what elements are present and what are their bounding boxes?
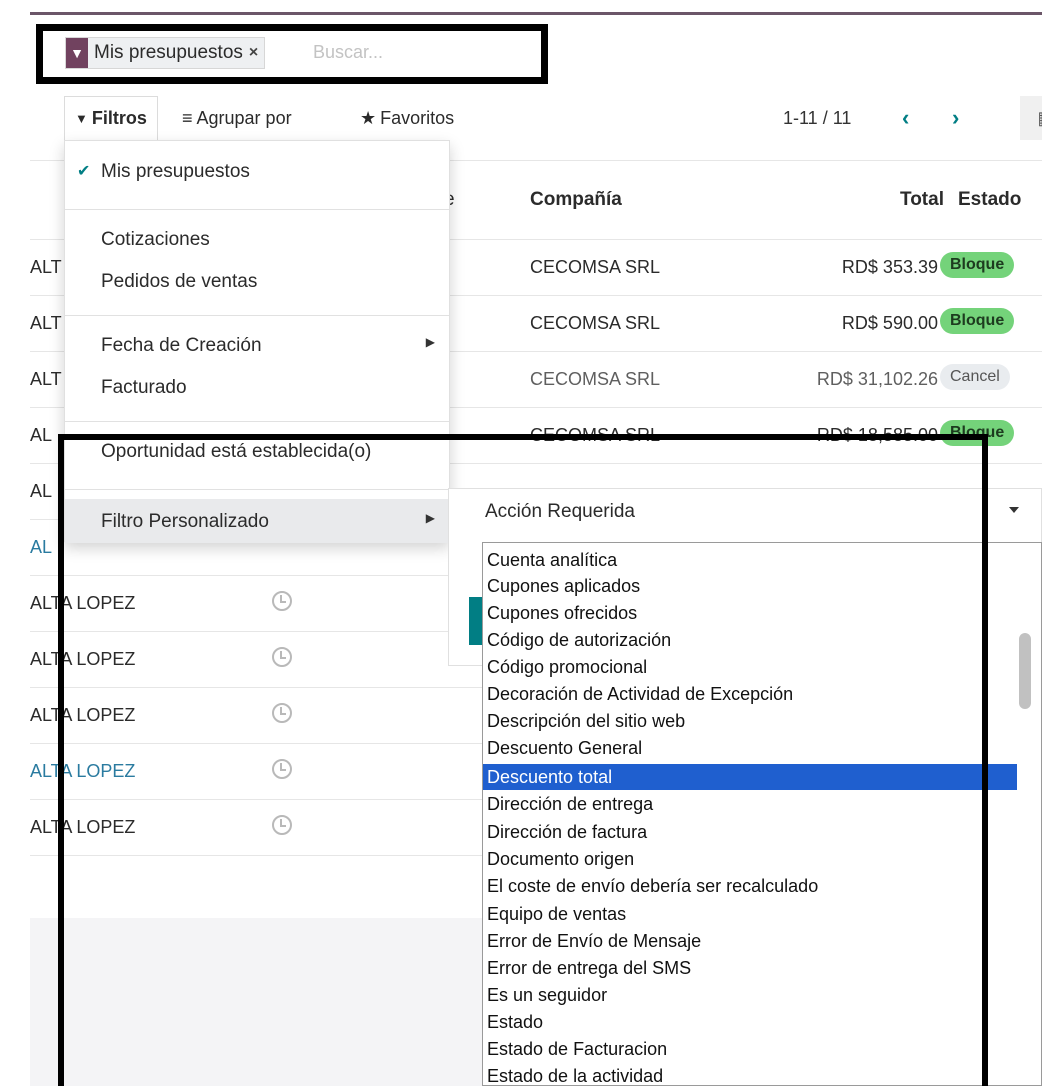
status-badge: Bloque: [940, 308, 1015, 334]
header-total[interactable]: Total: [900, 189, 944, 211]
caret-right-icon: ▶: [425, 335, 435, 349]
header-status[interactable]: Estado: [958, 189, 1021, 211]
check-icon: ✔: [77, 163, 91, 180]
search-facet[interactable]: ▼ Mis presupuestos ×: [65, 37, 266, 69]
chevron-down-icon[interactable]: [1009, 507, 1019, 513]
status-badge: Cancel: [940, 364, 1010, 390]
divider: [65, 209, 449, 210]
filter-item-mis-presupuestos[interactable]: ✔ Mis presupuestos: [65, 161, 449, 183]
control-panel: ▼ Filtros ≡ Agrupar por ★ Favoritos 1-11…: [30, 96, 1042, 140]
filter-item-pedidos[interactable]: Pedidos de ventas: [65, 271, 449, 293]
header-company[interactable]: Compañía: [530, 189, 622, 211]
scrollbar-thumb[interactable]: [1019, 633, 1031, 709]
search-bar: ▼ Mis presupuestos ×: [36, 24, 548, 84]
customer-cell: ALT: [30, 369, 62, 389]
filter-item-facturado[interactable]: Facturado: [65, 377, 449, 399]
filter-item-label: Facturado: [101, 377, 187, 398]
group-by-label: Agrupar por: [196, 107, 292, 128]
filter-item-label: Mis presupuestos: [101, 161, 250, 182]
company-cell: CECOMSA SRL: [530, 369, 661, 389]
star-icon: ★: [360, 107, 377, 128]
filter-icon: ▼: [75, 111, 88, 126]
divider: [65, 315, 449, 316]
list-icon: ≡: [182, 107, 193, 128]
customer-cell: ALT: [30, 257, 62, 277]
status-badge: Bloque: [940, 252, 1015, 278]
facet-label: Mis presupuestos: [94, 42, 243, 63]
search-input[interactable]: [313, 37, 533, 67]
filter-icon: ▼: [66, 38, 88, 68]
customer-cell: ALT: [30, 313, 62, 333]
remove-facet-icon[interactable]: ×: [249, 44, 264, 62]
filter-item-cotizaciones[interactable]: Cotizaciones: [65, 229, 449, 251]
customer-cell: AL: [30, 425, 53, 445]
favorites-label: Favoritos: [380, 107, 455, 128]
filter-item-label: Fecha de Creación: [101, 335, 262, 356]
total-cell: RD$ 590.00: [841, 313, 938, 333]
customer-cell: AL: [30, 481, 53, 501]
filter-item-fecha-creacion[interactable]: Fecha de Creación ▶: [65, 335, 449, 357]
group-by-button[interactable]: ≡ Agrupar por: [182, 96, 292, 140]
company-cell: CECOMSA SRL: [530, 257, 661, 277]
total-cell: RD$ 353.39: [841, 257, 938, 277]
filters-button[interactable]: ▼ Filtros: [64, 96, 158, 140]
company-cell: CECOMSA SRL: [530, 313, 661, 333]
pager-next-icon[interactable]: ›: [952, 96, 959, 140]
customer-cell: AL: [30, 537, 53, 557]
total-cell: RD$ 31,102.26: [816, 369, 938, 389]
filter-item-label: Cotizaciones: [101, 229, 210, 250]
filters-label: Filtros: [91, 108, 147, 128]
view-switcher-icon[interactable]: ▦: [1020, 96, 1042, 140]
filter-item-label: Pedidos de ventas: [101, 271, 258, 292]
favorites-button[interactable]: ★ Favoritos: [360, 96, 454, 140]
pager-value[interactable]: 1-11 / 11: [783, 96, 851, 140]
annotation-rectangle: [58, 434, 988, 1086]
divider: [65, 421, 449, 422]
pager-previous-icon[interactable]: ‹: [902, 96, 909, 140]
top-navbar-border: [30, 12, 1042, 15]
